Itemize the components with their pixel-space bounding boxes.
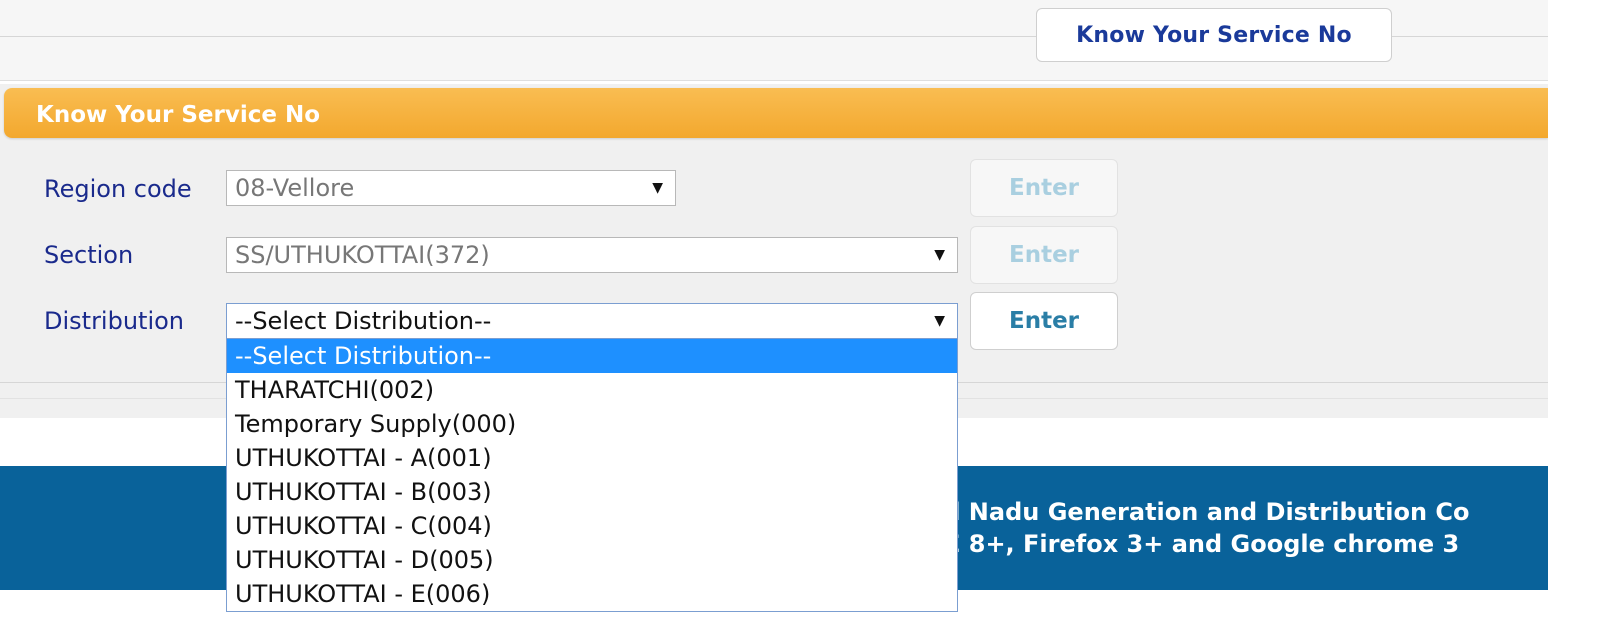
page: Know Your Service No Know Your Service N…: [0, 0, 1600, 639]
dropdown-option[interactable]: Temporary Supply(000): [227, 407, 957, 441]
dropdown-option[interactable]: UTHUKOTTAI - B(003): [227, 475, 957, 509]
section-enter-button[interactable]: Enter: [970, 226, 1118, 284]
dropdown-option[interactable]: --Select Distribution--: [227, 339, 957, 373]
distribution-dropdown-list: --Select Distribution-- THARATCHI(002) T…: [226, 338, 958, 612]
region-code-label: Region code: [44, 175, 192, 203]
panel-title: Know Your Service No: [36, 102, 320, 128]
chevron-down-icon: ▼: [934, 247, 945, 263]
chevron-down-icon: ▼: [652, 180, 663, 196]
section-select[interactable]: SS/UTHUKOTTAI(372) ▼: [226, 237, 958, 273]
dropdown-option[interactable]: UTHUKOTTAI - D(005): [227, 543, 957, 577]
region-code-value: 08-Vellore: [235, 174, 355, 202]
region-enter-button[interactable]: Enter: [970, 159, 1118, 217]
dropdown-option[interactable]: UTHUKOTTAI - E(006): [227, 577, 957, 611]
dropdown-option[interactable]: UTHUKOTTAI - C(004): [227, 509, 957, 543]
section-label: Section: [44, 241, 134, 269]
footer-browser-note: E 8+, Firefox 3+ and Google chrome 3: [944, 530, 1460, 558]
tab-know-your-service-no[interactable]: Know Your Service No: [1036, 8, 1392, 62]
distribution-select[interactable]: --Select Distribution-- ▼: [226, 303, 958, 339]
footer-copyright-text: il Nadu Generation and Distribution Co: [944, 498, 1470, 526]
distribution-label: Distribution: [44, 307, 185, 335]
chevron-down-icon: ▼: [934, 313, 945, 329]
dropdown-option[interactable]: UTHUKOTTAI - A(001): [227, 441, 957, 475]
page-edge: [1548, 0, 1600, 639]
distribution-enter-button[interactable]: Enter: [970, 292, 1118, 350]
dropdown-option[interactable]: THARATCHI(002): [227, 373, 957, 407]
distribution-value: --Select Distribution--: [235, 307, 492, 335]
region-code-select[interactable]: 08-Vellore ▼: [226, 170, 676, 206]
section-value: SS/UTHUKOTTAI(372): [235, 241, 490, 269]
